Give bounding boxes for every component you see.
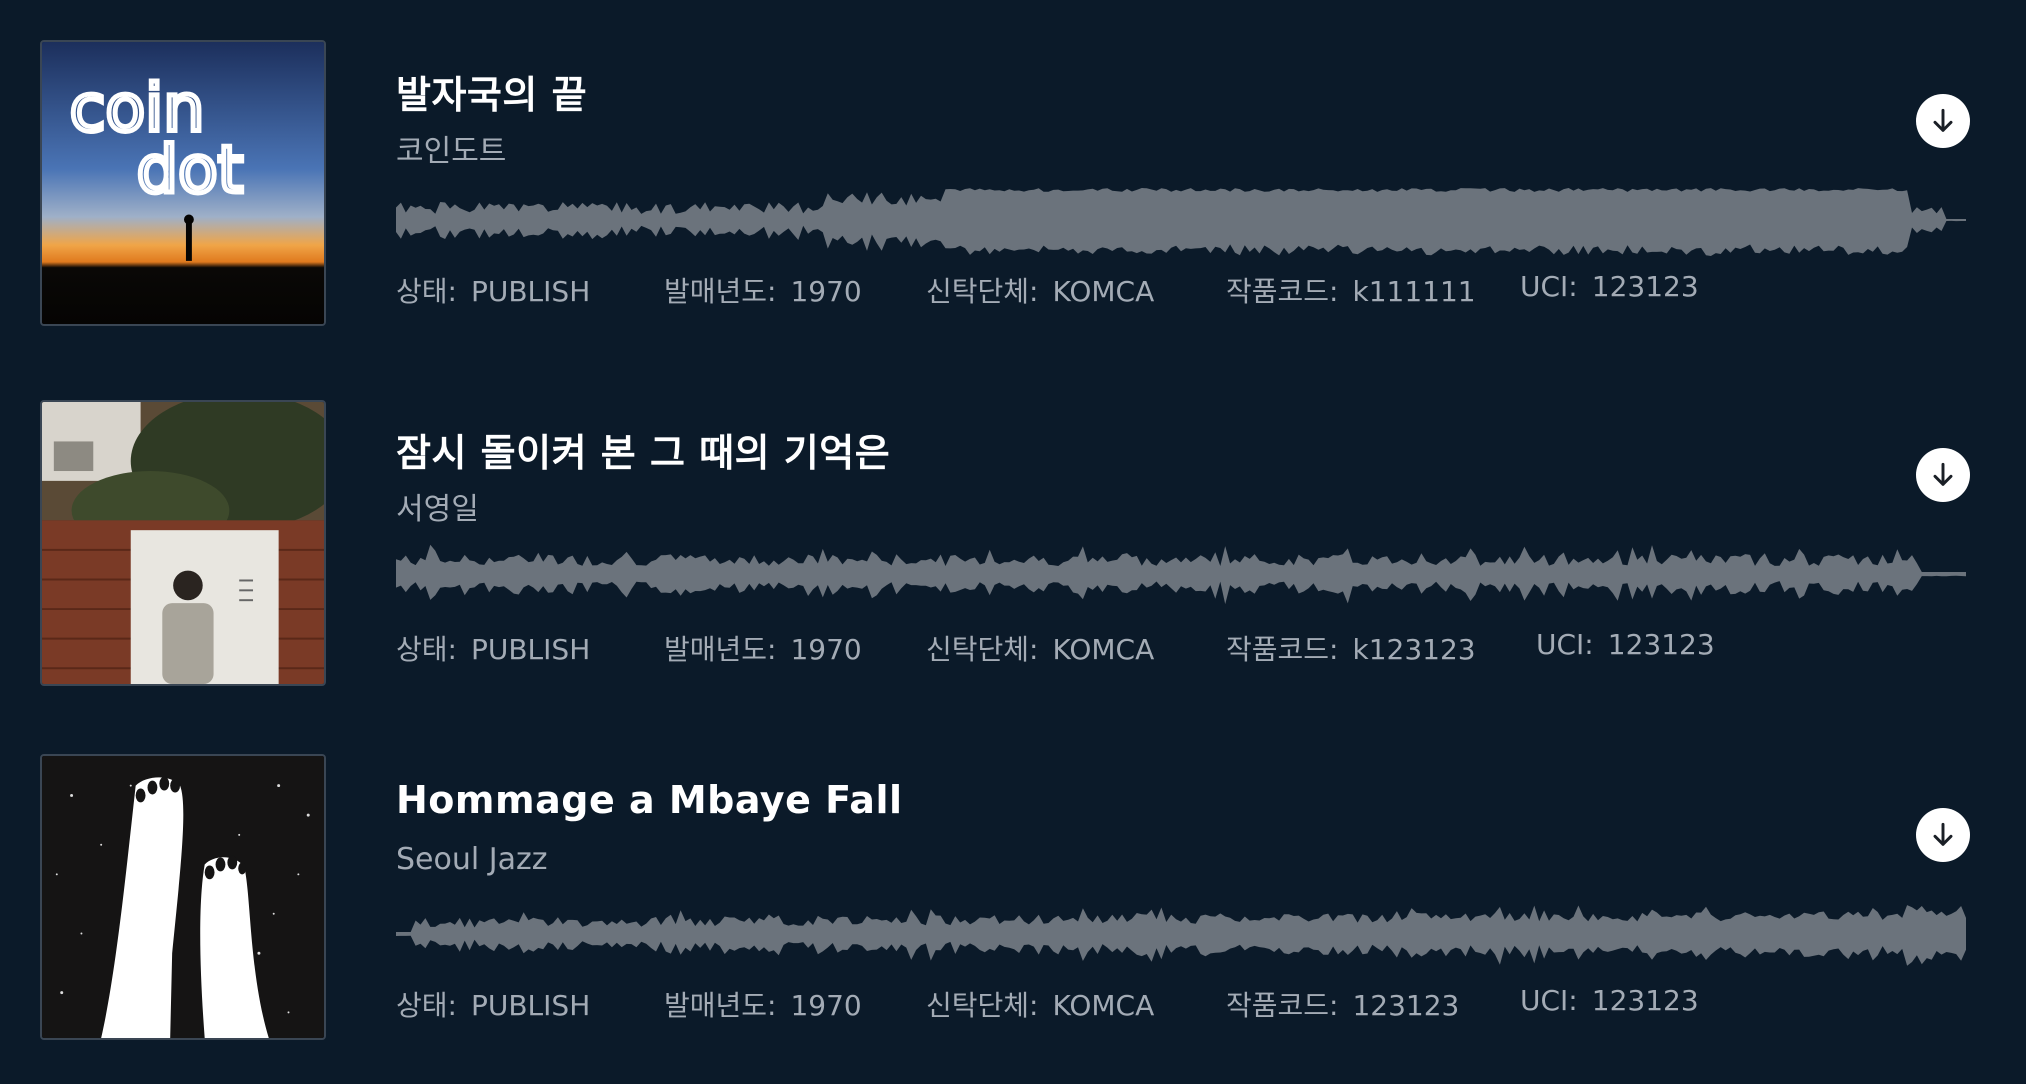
track-artist: 코인도트 <box>396 134 507 169</box>
waveform[interactable] <box>396 534 1966 614</box>
status-field: 상태: PUBLISH <box>396 633 591 666</box>
status-value: PUBLISH <box>470 989 591 1022</box>
code-field: 작품코드: k111111 <box>1226 275 1476 308</box>
track-item[interactable]: Hommage a Mbaye Fall Seoul Jazz 상태: PUBLI… <box>0 714 2026 1040</box>
cover-text-dot: dot <box>137 133 244 208</box>
album-cover[interactable] <box>40 754 326 1040</box>
download-button[interactable] <box>1916 448 1970 502</box>
trust-field: 신탁단체: KOMCA <box>926 275 1155 308</box>
status-field: 상태: PUBLISH <box>396 275 591 308</box>
code-field: 작품코드: k123123 <box>1226 633 1476 666</box>
track-artist: Seoul Jazz <box>396 842 548 877</box>
year-value: 1970 <box>790 633 862 666</box>
track-title: Hommage a Mbaye Fall <box>396 778 903 822</box>
track-title: 잠시 돌이켜 본 그 때의 기억은 <box>396 431 891 475</box>
code-value: 123123 <box>1352 989 1460 1022</box>
status-field: 상태: PUBLISH <box>396 989 591 1022</box>
track-item[interactable]: coin dot 발자국의 끝 코인도트 상태: PUBLISH 발매년도: 197… <box>0 0 2026 326</box>
code-value: k111111 <box>1352 275 1476 308</box>
uci-value: 123123 <box>1591 984 1699 1017</box>
album-cover[interactable]: coin dot <box>40 40 326 326</box>
code-field: 작품코드: 123123 <box>1226 989 1460 1022</box>
download-button[interactable] <box>1916 94 1970 148</box>
code-value: k123123 <box>1352 633 1476 666</box>
uci-value: 123123 <box>1591 270 1699 303</box>
uci-field: UCI: 123123 <box>1520 270 1699 303</box>
track-item[interactable]: 잠시 돌이켜 본 그 때의 기억은 서영일 상태: PUBLISH 발매년도: 19… <box>0 358 2026 686</box>
status-value: PUBLISH <box>470 275 591 308</box>
year-field: 발매년도: 1970 <box>664 275 862 308</box>
album-cover-image <box>42 402 324 684</box>
year-value: 1970 <box>790 275 862 308</box>
uci-field: UCI: 123123 <box>1536 628 1715 661</box>
year-value: 1970 <box>790 989 862 1022</box>
trust-value: KOMCA <box>1052 275 1155 308</box>
waveform[interactable] <box>396 180 1966 260</box>
year-field: 발매년도: 1970 <box>664 989 862 1022</box>
trust-field: 신탁단체: KOMCA <box>926 633 1155 666</box>
download-icon <box>1933 462 1953 486</box>
track-artist: 서영일 <box>396 492 479 527</box>
year-field: 발매년도: 1970 <box>664 633 862 666</box>
uci-field: UCI: 123123 <box>1520 984 1699 1017</box>
trust-value: KOMCA <box>1052 989 1155 1022</box>
download-icon <box>1933 108 1953 132</box>
download-icon <box>1933 822 1953 846</box>
album-cover[interactable] <box>40 400 326 686</box>
trust-value: KOMCA <box>1052 633 1155 666</box>
waveform[interactable] <box>396 894 1966 974</box>
status-value: PUBLISH <box>470 633 591 666</box>
trust-field: 신탁단체: KOMCA <box>926 989 1155 1022</box>
uci-value: 123123 <box>1607 628 1715 661</box>
album-cover-image: coin dot <box>42 42 324 324</box>
album-cover-image <box>42 756 324 1038</box>
download-button[interactable] <box>1916 808 1970 862</box>
track-title: 발자국의 끝 <box>396 73 588 117</box>
